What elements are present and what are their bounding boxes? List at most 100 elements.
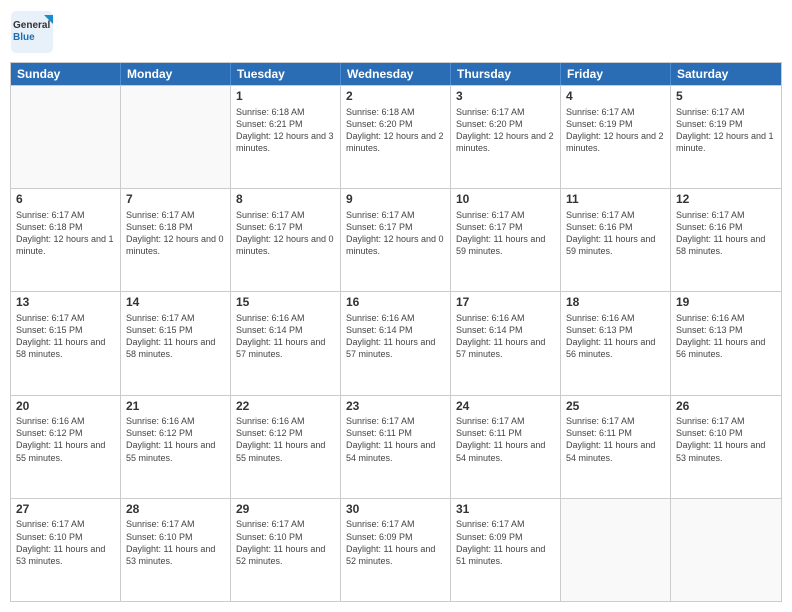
day-number: 14 xyxy=(126,295,225,311)
calendar-day-1: 1Sunrise: 6:18 AMSunset: 6:21 PMDaylight… xyxy=(231,86,341,188)
logo-icon: General Blue xyxy=(10,10,54,54)
day-info: Sunrise: 6:18 AMSunset: 6:21 PMDaylight:… xyxy=(236,106,335,155)
calendar-day-2: 2Sunrise: 6:18 AMSunset: 6:20 PMDaylight… xyxy=(341,86,451,188)
day-info: Sunrise: 6:17 AMSunset: 6:11 PMDaylight:… xyxy=(566,415,665,464)
day-number: 30 xyxy=(346,502,445,518)
day-number: 15 xyxy=(236,295,335,311)
day-number: 17 xyxy=(456,295,555,311)
calendar-empty-cell xyxy=(11,86,121,188)
day-number: 8 xyxy=(236,192,335,208)
day-info: Sunrise: 6:17 AMSunset: 6:15 PMDaylight:… xyxy=(16,312,115,361)
day-number: 9 xyxy=(346,192,445,208)
calendar-day-16: 16Sunrise: 6:16 AMSunset: 6:14 PMDayligh… xyxy=(341,292,451,394)
day-info: Sunrise: 6:17 AMSunset: 6:19 PMDaylight:… xyxy=(566,106,665,155)
day-info: Sunrise: 6:16 AMSunset: 6:14 PMDaylight:… xyxy=(456,312,555,361)
day-info: Sunrise: 6:17 AMSunset: 6:17 PMDaylight:… xyxy=(346,209,445,258)
calendar-empty-cell xyxy=(121,86,231,188)
day-number: 21 xyxy=(126,399,225,415)
day-info: Sunrise: 6:16 AMSunset: 6:12 PMDaylight:… xyxy=(126,415,225,464)
calendar-week-3: 13Sunrise: 6:17 AMSunset: 6:15 PMDayligh… xyxy=(11,291,781,394)
calendar-page: General Blue SundayMondayTuesdayWednesda… xyxy=(0,0,792,612)
svg-text:Blue: Blue xyxy=(13,32,35,43)
calendar-day-31: 31Sunrise: 6:17 AMSunset: 6:09 PMDayligh… xyxy=(451,499,561,601)
day-info: Sunrise: 6:17 AMSunset: 6:19 PMDaylight:… xyxy=(676,106,776,155)
day-number: 28 xyxy=(126,502,225,518)
calendar-day-23: 23Sunrise: 6:17 AMSunset: 6:11 PMDayligh… xyxy=(341,396,451,498)
day-header-sunday: Sunday xyxy=(11,63,121,85)
calendar-day-8: 8Sunrise: 6:17 AMSunset: 6:17 PMDaylight… xyxy=(231,189,341,291)
day-info: Sunrise: 6:17 AMSunset: 6:16 PMDaylight:… xyxy=(676,209,776,258)
calendar-week-4: 20Sunrise: 6:16 AMSunset: 6:12 PMDayligh… xyxy=(11,395,781,498)
day-number: 26 xyxy=(676,399,776,415)
day-number: 19 xyxy=(676,295,776,311)
calendar-day-21: 21Sunrise: 6:16 AMSunset: 6:12 PMDayligh… xyxy=(121,396,231,498)
calendar-day-4: 4Sunrise: 6:17 AMSunset: 6:19 PMDaylight… xyxy=(561,86,671,188)
day-number: 4 xyxy=(566,89,665,105)
day-number: 11 xyxy=(566,192,665,208)
day-info: Sunrise: 6:17 AMSunset: 6:18 PMDaylight:… xyxy=(16,209,115,258)
calendar-day-25: 25Sunrise: 6:17 AMSunset: 6:11 PMDayligh… xyxy=(561,396,671,498)
calendar-day-3: 3Sunrise: 6:17 AMSunset: 6:20 PMDaylight… xyxy=(451,86,561,188)
day-info: Sunrise: 6:17 AMSunset: 6:20 PMDaylight:… xyxy=(456,106,555,155)
calendar-day-29: 29Sunrise: 6:17 AMSunset: 6:10 PMDayligh… xyxy=(231,499,341,601)
day-number: 23 xyxy=(346,399,445,415)
calendar-day-19: 19Sunrise: 6:16 AMSunset: 6:13 PMDayligh… xyxy=(671,292,781,394)
page-header: General Blue xyxy=(10,10,782,54)
calendar-day-20: 20Sunrise: 6:16 AMSunset: 6:12 PMDayligh… xyxy=(11,396,121,498)
calendar-week-5: 27Sunrise: 6:17 AMSunset: 6:10 PMDayligh… xyxy=(11,498,781,601)
calendar-day-27: 27Sunrise: 6:17 AMSunset: 6:10 PMDayligh… xyxy=(11,499,121,601)
day-number: 24 xyxy=(456,399,555,415)
calendar-day-15: 15Sunrise: 6:16 AMSunset: 6:14 PMDayligh… xyxy=(231,292,341,394)
day-number: 1 xyxy=(236,89,335,105)
calendar-day-18: 18Sunrise: 6:16 AMSunset: 6:13 PMDayligh… xyxy=(561,292,671,394)
day-header-friday: Friday xyxy=(561,63,671,85)
day-number: 16 xyxy=(346,295,445,311)
day-number: 31 xyxy=(456,502,555,518)
day-info: Sunrise: 6:17 AMSunset: 6:17 PMDaylight:… xyxy=(236,209,335,258)
day-header-thursday: Thursday xyxy=(451,63,561,85)
day-info: Sunrise: 6:16 AMSunset: 6:13 PMDaylight:… xyxy=(566,312,665,361)
calendar-day-7: 7Sunrise: 6:17 AMSunset: 6:18 PMDaylight… xyxy=(121,189,231,291)
calendar-week-1: 1Sunrise: 6:18 AMSunset: 6:21 PMDaylight… xyxy=(11,85,781,188)
day-info: Sunrise: 6:16 AMSunset: 6:13 PMDaylight:… xyxy=(676,312,776,361)
calendar-day-13: 13Sunrise: 6:17 AMSunset: 6:15 PMDayligh… xyxy=(11,292,121,394)
day-info: Sunrise: 6:17 AMSunset: 6:16 PMDaylight:… xyxy=(566,209,665,258)
day-number: 25 xyxy=(566,399,665,415)
day-number: 12 xyxy=(676,192,776,208)
day-info: Sunrise: 6:17 AMSunset: 6:10 PMDaylight:… xyxy=(236,518,335,567)
day-info: Sunrise: 6:17 AMSunset: 6:15 PMDaylight:… xyxy=(126,312,225,361)
day-number: 7 xyxy=(126,192,225,208)
day-header-monday: Monday xyxy=(121,63,231,85)
calendar-body: 1Sunrise: 6:18 AMSunset: 6:21 PMDaylight… xyxy=(11,85,781,601)
calendar-day-5: 5Sunrise: 6:17 AMSunset: 6:19 PMDaylight… xyxy=(671,86,781,188)
calendar-day-17: 17Sunrise: 6:16 AMSunset: 6:14 PMDayligh… xyxy=(451,292,561,394)
day-info: Sunrise: 6:17 AMSunset: 6:17 PMDaylight:… xyxy=(456,209,555,258)
calendar-day-26: 26Sunrise: 6:17 AMSunset: 6:10 PMDayligh… xyxy=(671,396,781,498)
day-info: Sunrise: 6:17 AMSunset: 6:10 PMDaylight:… xyxy=(16,518,115,567)
day-info: Sunrise: 6:17 AMSunset: 6:09 PMDaylight:… xyxy=(456,518,555,567)
day-number: 10 xyxy=(456,192,555,208)
day-number: 5 xyxy=(676,89,776,105)
calendar-header: SundayMondayTuesdayWednesdayThursdayFrid… xyxy=(11,63,781,85)
calendar-day-12: 12Sunrise: 6:17 AMSunset: 6:16 PMDayligh… xyxy=(671,189,781,291)
day-info: Sunrise: 6:16 AMSunset: 6:14 PMDaylight:… xyxy=(236,312,335,361)
day-header-wednesday: Wednesday xyxy=(341,63,451,85)
day-header-tuesday: Tuesday xyxy=(231,63,341,85)
calendar-day-22: 22Sunrise: 6:16 AMSunset: 6:12 PMDayligh… xyxy=(231,396,341,498)
day-info: Sunrise: 6:17 AMSunset: 6:10 PMDaylight:… xyxy=(676,415,776,464)
day-info: Sunrise: 6:16 AMSunset: 6:14 PMDaylight:… xyxy=(346,312,445,361)
day-info: Sunrise: 6:17 AMSunset: 6:11 PMDaylight:… xyxy=(346,415,445,464)
calendar-day-10: 10Sunrise: 6:17 AMSunset: 6:17 PMDayligh… xyxy=(451,189,561,291)
day-number: 18 xyxy=(566,295,665,311)
day-info: Sunrise: 6:17 AMSunset: 6:10 PMDaylight:… xyxy=(126,518,225,567)
day-number: 27 xyxy=(16,502,115,518)
day-info: Sunrise: 6:16 AMSunset: 6:12 PMDaylight:… xyxy=(16,415,115,464)
calendar-week-2: 6Sunrise: 6:17 AMSunset: 6:18 PMDaylight… xyxy=(11,188,781,291)
calendar-day-24: 24Sunrise: 6:17 AMSunset: 6:11 PMDayligh… xyxy=(451,396,561,498)
day-number: 3 xyxy=(456,89,555,105)
calendar-empty-cell xyxy=(561,499,671,601)
day-number: 20 xyxy=(16,399,115,415)
calendar-day-11: 11Sunrise: 6:17 AMSunset: 6:16 PMDayligh… xyxy=(561,189,671,291)
calendar: SundayMondayTuesdayWednesdayThursdayFrid… xyxy=(10,62,782,602)
calendar-empty-cell xyxy=(671,499,781,601)
